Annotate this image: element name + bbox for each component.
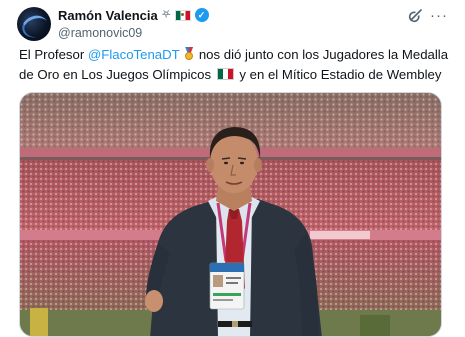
pentagram-icon: ⛧: [161, 8, 171, 21]
author-name[interactable]: Ramón Valencia: [58, 8, 158, 23]
author-handle[interactable]: @ramonovic09: [58, 26, 142, 40]
grok-icon[interactable]: [407, 6, 425, 24]
avatar[interactable]: [17, 7, 51, 41]
mention-link[interactable]: @FlacoTenaDT: [88, 47, 180, 62]
mexico-flag-icon: [174, 9, 191, 21]
mexico-flag-icon: [216, 68, 234, 80]
author-row: Ramón Valencia ⛧ ✓: [58, 7, 209, 23]
more-options-icon[interactable]: ···: [430, 6, 448, 24]
stadium-photo: [20, 93, 441, 336]
avatar-swirl-graphic: [19, 12, 51, 41]
tweet-post: Ramón Valencia ⛧ ✓ @ramonovic09 ··· El P…: [0, 0, 465, 337]
grok-icon-glyph: [408, 9, 422, 23]
verified-badge-icon[interactable]: ✓: [194, 8, 209, 22]
tweet-text: El Profesor @FlacoTenaDT nos dió junto c…: [19, 45, 449, 85]
tweet-text-end: y en el Mítico Estadio de Wembley: [235, 67, 442, 82]
tweet-text-start: El Profesor: [19, 47, 88, 62]
tweet-media-image[interactable]: [19, 92, 442, 337]
medal-icon: [184, 47, 194, 61]
